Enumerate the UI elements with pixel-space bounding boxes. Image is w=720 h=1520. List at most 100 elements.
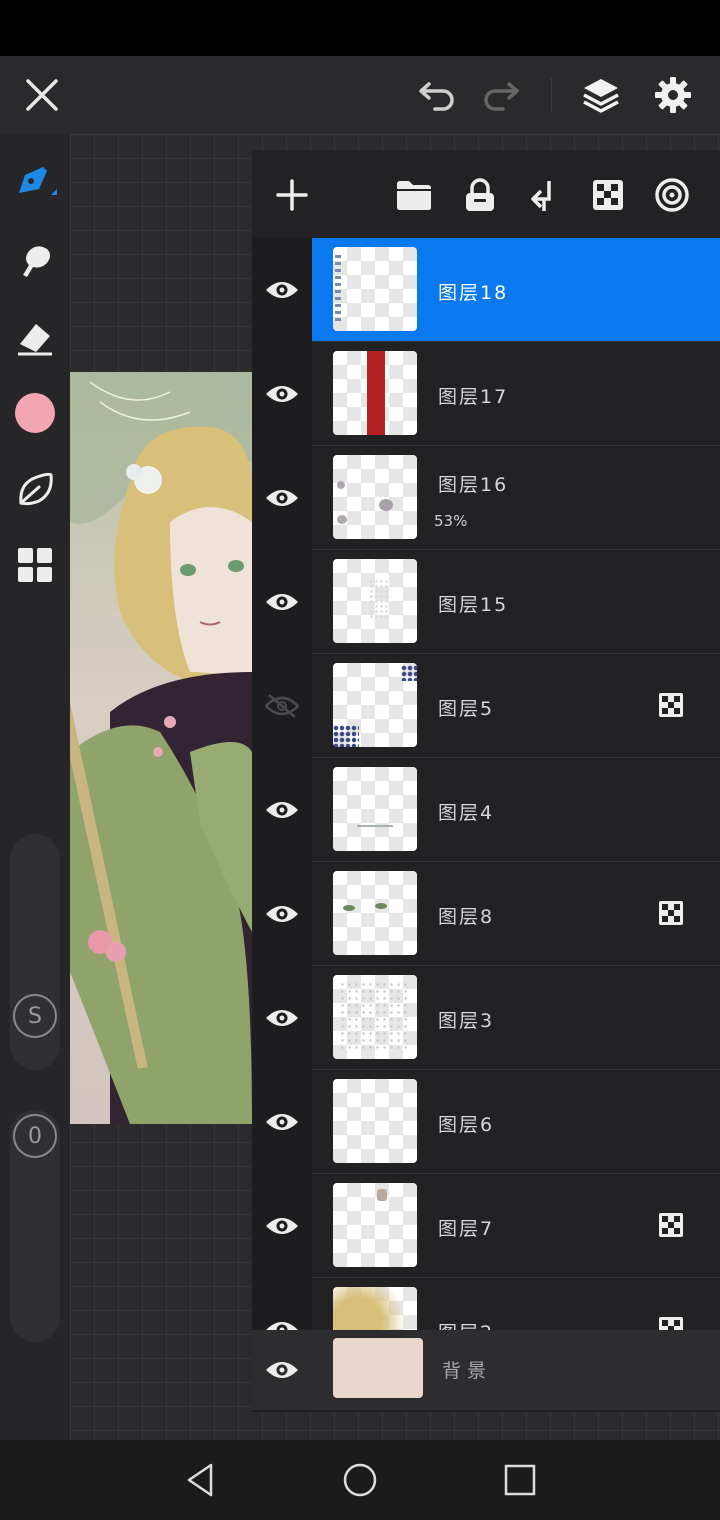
eye-icon [266, 386, 298, 402]
checker-icon [659, 693, 683, 717]
layer-row[interactable]: 图层16 53% [252, 446, 720, 550]
size-label: S [28, 1003, 42, 1029]
settings-button[interactable] [648, 70, 698, 120]
layer-visibility-toggle[interactable] [262, 998, 302, 1038]
background-color-swatch[interactable] [333, 1338, 423, 1398]
layer-thumbnail [333, 1079, 417, 1163]
back-icon [187, 1463, 213, 1497]
layer-visibility-toggle[interactable] [262, 374, 302, 414]
navigation-bar [0, 1440, 720, 1520]
layer-name: 图层4 [438, 802, 495, 824]
layer-visibility-toggle[interactable] [262, 790, 302, 830]
layer-name: 图层15 [438, 594, 509, 616]
add-layer-button[interactable] [267, 170, 317, 220]
folder-icon [397, 181, 431, 210]
lock-icon [466, 178, 494, 211]
layer-visibility-toggle[interactable] [262, 686, 302, 726]
layer-visibility-toggle[interactable] [262, 582, 302, 622]
layer-cell[interactable]: 图层16 53% [312, 446, 720, 550]
eraser-tool[interactable] [10, 312, 60, 362]
opacity-slider[interactable]: 0 [10, 1110, 60, 1342]
layer-cell[interactable]: 图层15 [312, 550, 720, 654]
layer-row[interactable]: 图层8 [252, 862, 720, 966]
layer-row[interactable]: 图层3 [252, 966, 720, 1070]
artwork-canvas[interactable] [70, 372, 252, 1124]
layer-name: 图层8 [438, 906, 495, 928]
eye-icon [266, 1218, 298, 1234]
close-button[interactable] [17, 70, 67, 120]
layer-cell[interactable]: 图层4 [312, 758, 720, 862]
checker-icon [659, 1213, 683, 1237]
layers-button[interactable] [576, 70, 626, 120]
layer-visibility-toggle[interactable] [262, 1206, 302, 1246]
background-layer-name: 背景 [442, 1360, 493, 1382]
eye-icon [266, 802, 298, 818]
layer-thumbnail [333, 351, 417, 435]
group-layers-button[interactable] [389, 170, 439, 220]
layer-cell[interactable]: 图层3 [312, 966, 720, 1070]
undo-icon [419, 82, 454, 111]
eraser-icon [18, 324, 52, 356]
layer-cell[interactable]: 图层5 [312, 654, 720, 758]
eye-icon [266, 594, 298, 610]
home-button[interactable] [338, 1458, 382, 1502]
opacity-label: 0 [28, 1123, 42, 1149]
layer-cell[interactable]: 图层17 [312, 342, 720, 446]
layer-name: 图层17 [438, 386, 509, 408]
layer-name: 图层6 [438, 1114, 495, 1136]
background-visibility-toggle[interactable] [262, 1350, 302, 1390]
layer-name: 图层18 [438, 282, 509, 304]
close-icon [26, 79, 58, 111]
eye-icon [266, 906, 298, 922]
layer-row[interactable]: 图层5 [252, 654, 720, 758]
layer-name: 图层7 [438, 1218, 495, 1240]
status-bar [0, 0, 720, 56]
reference-layer-button[interactable] [647, 170, 697, 220]
layer-thumbnail [333, 871, 417, 955]
redo-button[interactable] [476, 70, 526, 120]
layer-row[interactable]: 图层15 [252, 550, 720, 654]
tool-bar: S 0 [0, 134, 70, 1440]
layer-visibility-toggle[interactable] [262, 270, 302, 310]
merge-down-button[interactable] [519, 170, 569, 220]
layer-cell[interactable]: 图层6 [312, 1070, 720, 1174]
undo-button[interactable] [412, 70, 462, 120]
brush-size-slider[interactable]: S [10, 834, 60, 1070]
layer-thumbnail [333, 247, 417, 331]
top-bar [0, 56, 720, 134]
smudge-tool[interactable] [10, 236, 60, 286]
layer-row[interactable]: 图层7 [252, 1174, 720, 1278]
color-picker[interactable] [10, 388, 60, 438]
smudge-icon [23, 246, 50, 277]
artwork-image [70, 372, 252, 1124]
home-icon [343, 1463, 377, 1497]
layer-cell[interactable]: 图层7 [312, 1174, 720, 1278]
layer-visibility-toggle[interactable] [262, 1102, 302, 1142]
layer-name: 图层5 [438, 698, 495, 720]
layer-row[interactable]: 图层6 [252, 1070, 720, 1174]
grid-icon [18, 548, 52, 582]
layer-cell[interactable]: 图层18 [312, 238, 720, 342]
gallery-tool[interactable] [10, 540, 60, 590]
back-button[interactable] [178, 1458, 222, 1502]
eye-icon [266, 282, 298, 298]
layer-row[interactable]: 图层4 [252, 758, 720, 862]
background-layer-row[interactable]: 背景 [252, 1330, 720, 1410]
adjustments-tool[interactable] [10, 464, 60, 514]
checker-icon [659, 901, 683, 925]
layer-visibility-toggle[interactable] [262, 478, 302, 518]
eye-icon [266, 1362, 298, 1378]
brush-size-knob[interactable]: S [13, 994, 57, 1038]
layer-row[interactable]: 图层18 [252, 238, 720, 342]
layer-row[interactable]: 图层17 [252, 342, 720, 446]
brush-tool[interactable] [10, 156, 60, 206]
layer-cell[interactable]: 图层8 [312, 862, 720, 966]
opacity-knob[interactable]: 0 [13, 1114, 57, 1158]
layer-visibility-toggle[interactable] [262, 894, 302, 934]
recents-button[interactable] [498, 1458, 542, 1502]
redo-icon [484, 82, 519, 111]
layer-thumbnail [333, 1183, 417, 1267]
eye-hidden-icon [265, 694, 299, 718]
lock-layer-button[interactable] [455, 170, 505, 220]
alpha-lock-button[interactable] [583, 170, 633, 220]
